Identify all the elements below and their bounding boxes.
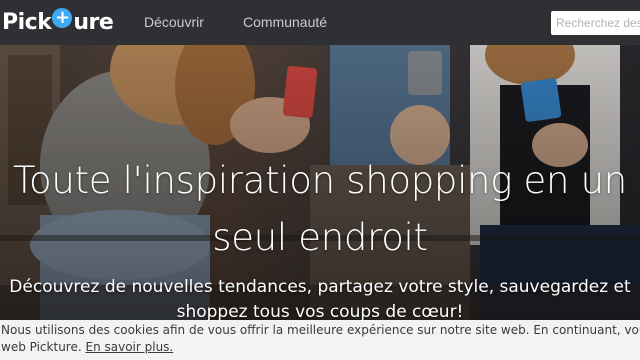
cookie-learn-more-link[interactable]: En savoir plus. <box>85 340 173 354</box>
cookie-text-prefix: web Pickture. <box>1 340 86 354</box>
logo-text-left: Pick <box>2 9 52 35</box>
cookie-text-line1: Nous utilisons des cookies afin de vous … <box>1 323 640 337</box>
logo-plus-icon: + <box>52 8 73 28</box>
nav-link-decouvrir[interactable]: Découvrir <box>144 14 204 30</box>
pickture-logo[interactable]: Pick + ure <box>2 8 114 36</box>
cookie-banner: Nous utilisons des cookies afin de vous … <box>0 320 640 360</box>
search-input[interactable] <box>551 11 640 35</box>
nav-link-communaute[interactable]: Communauté <box>243 14 327 30</box>
hero-subtitle: Découvrez de nouvelles tendances, partag… <box>0 275 640 325</box>
hero-subtitle-line1: Découvrez de nouvelles tendances, partag… <box>9 277 631 297</box>
cookie-text-line2: web Pickture. En savoir plus. <box>0 339 640 356</box>
hero-title-line1: Toute l'inspiration shopping en un <box>13 159 627 202</box>
hero-title: Toute l'inspiration shopping en un seul … <box>0 152 640 266</box>
logo-text-right: ure <box>73 9 114 35</box>
top-navbar: Pick + ure Découvrir Communauté <box>0 0 640 45</box>
hero-title-line2: seul endroit <box>212 216 428 259</box>
